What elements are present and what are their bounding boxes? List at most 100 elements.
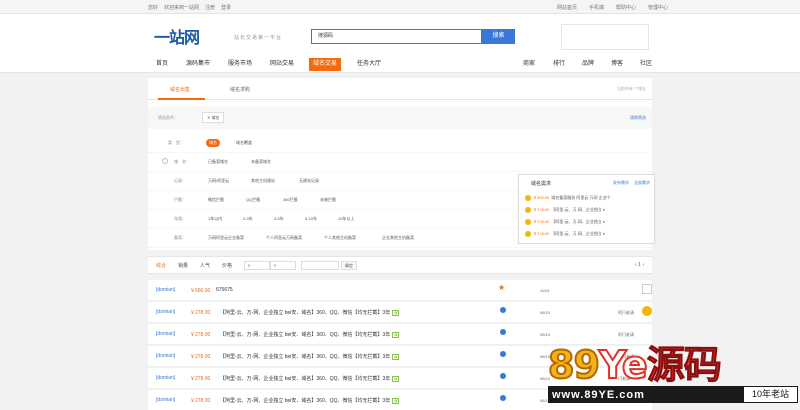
listing-price: ￥278.00 bbox=[190, 376, 211, 382]
filter-option[interactable]: 未被拦截 bbox=[320, 197, 336, 203]
verified-icon: 保 bbox=[392, 332, 400, 338]
filter-option[interactable]: QQ拦截 bbox=[246, 197, 260, 203]
verified-icon: 保 bbox=[392, 376, 400, 382]
mobile-link[interactable]: 手机端 bbox=[589, 4, 604, 11]
demand-text: 域名备案服务 阿里云 万网 企业个 bbox=[551, 194, 611, 200]
filter-option[interactable]: 域名覆盖 bbox=[236, 140, 252, 146]
sort-overall[interactable]: 综合 bbox=[156, 262, 166, 269]
listing-name[interactable]: 【阿里-云、万-网、企业独立 bei安、域名】360、QQ、微信【均无拦截】3年… bbox=[220, 309, 400, 316]
info-icon bbox=[500, 395, 506, 401]
nav-community[interactable]: 社区 bbox=[640, 58, 652, 72]
filter-option[interactable]: 个人阿里云万网备案 bbox=[266, 235, 302, 241]
filter-option[interactable]: 未备案域名 bbox=[251, 159, 271, 165]
listing-date: 06/10 bbox=[540, 310, 551, 315]
tab-domain-sale[interactable]: 域名出售 bbox=[170, 86, 190, 93]
image-icon bbox=[642, 284, 652, 294]
filter-label: 备案： bbox=[174, 235, 186, 240]
nav-site-trade[interactable]: 网站交易 bbox=[270, 58, 294, 72]
home-link[interactable]: 网站首页 bbox=[557, 4, 577, 11]
help-link[interactable]: 帮助中心 bbox=[616, 4, 636, 11]
listing-name[interactable]: 675675 bbox=[216, 287, 233, 293]
welcome-text: 欢迎来到一站网 bbox=[164, 5, 200, 11]
panel-tabs: 域名出售 域名求购 当前共有 个域名 bbox=[148, 78, 652, 100]
clear-filters-button[interactable]: 清除筛选 bbox=[630, 115, 646, 121]
filter-option[interactable]: 360拦截 bbox=[283, 197, 298, 203]
listing-price: ￥278.00 bbox=[190, 354, 211, 360]
header-ad[interactable] bbox=[561, 24, 649, 50]
filter-option[interactable]: 2-3年 bbox=[243, 216, 253, 222]
search-input[interactable]: 搜源码 bbox=[311, 29, 482, 44]
demand-item[interactable]: ￥278.00 【阿里-云、万-网、企业独立 b bbox=[525, 229, 605, 238]
nav-source-market[interactable]: 源码集市 bbox=[186, 58, 210, 72]
filter-option[interactable]: 无建站记录 bbox=[299, 178, 319, 184]
price-max-input[interactable]: ￥ bbox=[270, 261, 296, 270]
filter-option[interactable]: 微信拦截 bbox=[208, 197, 224, 203]
domain-demand-box: 域名需求 发布需求 全部需求 ￥300.00 域名备案服务 阿里云 万网 企业个… bbox=[518, 174, 655, 244]
list-item[interactable]: [domian] ￥666.00 675675 ★ 11/01 bbox=[148, 280, 652, 301]
demand-title: 域名需求 bbox=[531, 181, 552, 187]
info-icon bbox=[500, 373, 506, 379]
nav-ranking[interactable]: 排行 bbox=[553, 58, 565, 72]
nav-domain-trade[interactable]: 域名交易 bbox=[309, 58, 342, 71]
info-icon bbox=[500, 307, 506, 313]
nav-brand[interactable]: 品牌 bbox=[582, 58, 594, 72]
filter-option[interactable]: 万网/阿里云 bbox=[208, 178, 229, 184]
listing-name[interactable]: 【阿里-云、万-网、企业独立 bei安、域名】360、QQ、微信【均无拦截】3年… bbox=[220, 331, 400, 338]
listing-name[interactable]: 【阿里-云、万-网、企业独立 bei安、域名】360、QQ、微信【均无拦截】3年… bbox=[220, 397, 400, 404]
filter-label: 年限： bbox=[174, 216, 186, 221]
filter-option[interactable]: 1年以内 bbox=[208, 216, 222, 222]
search-button[interactable]: 搜索 bbox=[482, 29, 515, 44]
selected-label: 筛选条件： bbox=[158, 115, 178, 120]
keyword-input[interactable] bbox=[301, 261, 339, 270]
demand-item[interactable]: ￥300.00 域名备案服务 阿里云 万网 企业个 bbox=[525, 193, 611, 202]
listing-seller[interactable]: 阿闩老请 bbox=[618, 310, 634, 316]
demand-item[interactable]: ￥278.00 【阿里-云、万-网、企业独立 b bbox=[525, 205, 605, 214]
demand-price: ￥278.00 bbox=[533, 230, 550, 236]
nav-merchants[interactable]: 商家 bbox=[523, 58, 535, 72]
nav-services[interactable]: 服务市场 bbox=[228, 58, 252, 72]
filter-option[interactable]: 个人其他主机备案 bbox=[324, 235, 356, 241]
filter-option[interactable]: 企业其他主机备案 bbox=[382, 235, 414, 241]
filter-option[interactable]: 万网阿里云企业备案 bbox=[208, 235, 244, 241]
filter-option[interactable]: 10年以上 bbox=[338, 216, 354, 222]
domain-count: 当前共有 个域名 bbox=[616, 86, 646, 91]
filter-option[interactable]: 其他主机建站 bbox=[251, 178, 275, 184]
price-confirm-button[interactable]: 确定 bbox=[341, 261, 357, 270]
publish-demand-button[interactable]: 发布需求 bbox=[613, 180, 629, 186]
price-min-input[interactable]: ￥ bbox=[244, 261, 270, 270]
all-demand-button[interactable]: 全部需求 bbox=[634, 180, 650, 186]
listing-name[interactable]: 【阿里-云、万-网、企业独立 bei安、域名】360、QQ、微信【均无拦截】3年… bbox=[220, 375, 400, 382]
filter-label: 记录： bbox=[174, 178, 186, 183]
listing-price: ￥278.00 bbox=[190, 332, 211, 338]
nav-task-hall[interactable]: 任务大厅 bbox=[357, 58, 381, 72]
tab-domain-buy[interactable]: 域名求购 bbox=[230, 86, 250, 93]
watermark-url: www.89YE.com bbox=[552, 388, 645, 401]
filter-option[interactable]: 5-10年 bbox=[305, 216, 317, 222]
listing-price: ￥666.00 bbox=[190, 288, 211, 294]
seller-avatar-icon bbox=[642, 306, 652, 316]
nav-blog[interactable]: 博客 bbox=[611, 58, 623, 72]
register-link[interactable]: 注册 bbox=[205, 4, 215, 11]
main-nav: 首页 源码集市 服务市场 网站交易 域名交易 任务大厅 商家 排行 品牌 博客 … bbox=[0, 58, 800, 73]
filter-label: 拦截： bbox=[174, 197, 186, 202]
sort-popularity[interactable]: 人气 bbox=[200, 262, 210, 269]
nav-home[interactable]: 首页 bbox=[156, 58, 168, 72]
sort-price[interactable]: 价格 bbox=[222, 262, 232, 269]
admin-link[interactable]: 管理中心 bbox=[648, 4, 668, 11]
login-link[interactable]: 登录 bbox=[221, 4, 231, 11]
filter-label: 域 名： bbox=[174, 159, 190, 164]
listing-name[interactable]: 【阿里-云、万-网、企业独立 bei安、域名】360、QQ、微信【均无拦截】3年… bbox=[220, 353, 400, 360]
selected-tag[interactable]: ✕ 域名 bbox=[202, 112, 225, 123]
filter-option[interactable]: 已备案域名 bbox=[208, 159, 228, 165]
site-logo[interactable]: 一站网 bbox=[154, 24, 200, 48]
filter-option[interactable]: 域名 bbox=[206, 139, 220, 147]
domain-icon bbox=[162, 158, 168, 164]
demand-price: ￥278.00 bbox=[533, 218, 550, 224]
pager[interactable]: ‹ 1 › bbox=[635, 262, 644, 268]
filter-option[interactable]: 3-5年 bbox=[274, 216, 284, 222]
list-item[interactable]: [domian] ￥278.00 【阿里-云、万-网、企业独立 bei安、域名】… bbox=[148, 302, 652, 323]
slogan: 站长交易第一平台 bbox=[234, 35, 283, 41]
demand-text: 【阿里-云、万-网、企业独立 b bbox=[551, 206, 606, 212]
sort-sales[interactable]: 销量 bbox=[178, 262, 188, 269]
demand-item[interactable]: ￥278.00 【阿里-云、万-网、企业独立 b bbox=[525, 217, 605, 226]
